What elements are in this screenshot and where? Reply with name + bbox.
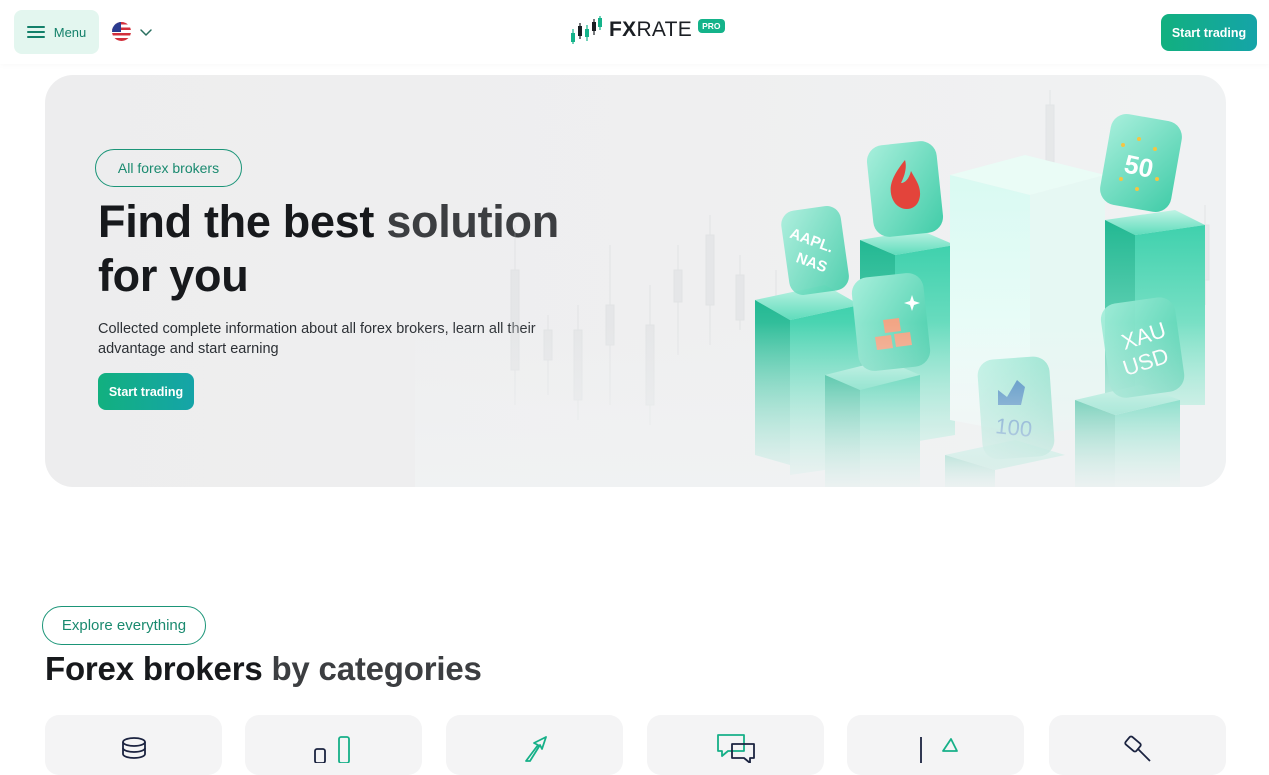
start-trading-header-button[interactable]: Start trading [1161,14,1257,51]
hero-illustration: AAPL. NAS 50 XAU USD [415,75,1226,487]
category-card-regulation[interactable] [1049,715,1226,775]
logo-text-rest: RATE [636,18,693,41]
gavel-icon [1123,735,1151,762]
language-selector[interactable] [112,22,153,41]
all-forex-brokers-pill[interactable]: All forex brokers [95,149,242,187]
categories-title-part2: by categories [271,650,482,687]
hamburger-icon [26,26,45,38]
top-header: Menu FXRATE PRO Start trading [0,0,1269,64]
hero-banner: All forex brokers Find the best solution… [45,75,1226,487]
start-trading-hero-button[interactable]: Start trading [98,373,194,410]
candlestick-logo-icon [571,16,602,44]
chevron-down-icon [140,28,152,36]
menu-button[interactable]: Menu [14,10,99,54]
coins-icon [121,737,146,759]
category-card-growth[interactable] [446,715,623,775]
explore-everything-pill[interactable]: Explore everything [42,606,206,645]
category-card-market[interactable] [847,715,1024,775]
chat-icon [716,734,755,763]
bar-chart-icon [313,736,350,763]
category-cards [45,715,1226,775]
fxrate-logo[interactable]: FXRATE PRO [569,14,725,46]
category-card-chat[interactable] [647,715,824,775]
menu-label: Menu [53,24,87,40]
pro-badge: PRO [698,19,725,33]
growth-icon [919,737,958,763]
us-flag-icon [112,22,131,41]
categories-title-part1: Forex brokers [45,650,272,687]
category-card-chart[interactable] [245,715,422,775]
arrow-up-icon [524,736,547,762]
categories-title: Forex brokers by categories [45,650,482,688]
hero-title-part3: for you [98,250,249,301]
logo-text-bold: FX [609,18,637,41]
hero-title-part1: Find the best [98,196,387,247]
category-card-coins[interactable] [45,715,222,775]
